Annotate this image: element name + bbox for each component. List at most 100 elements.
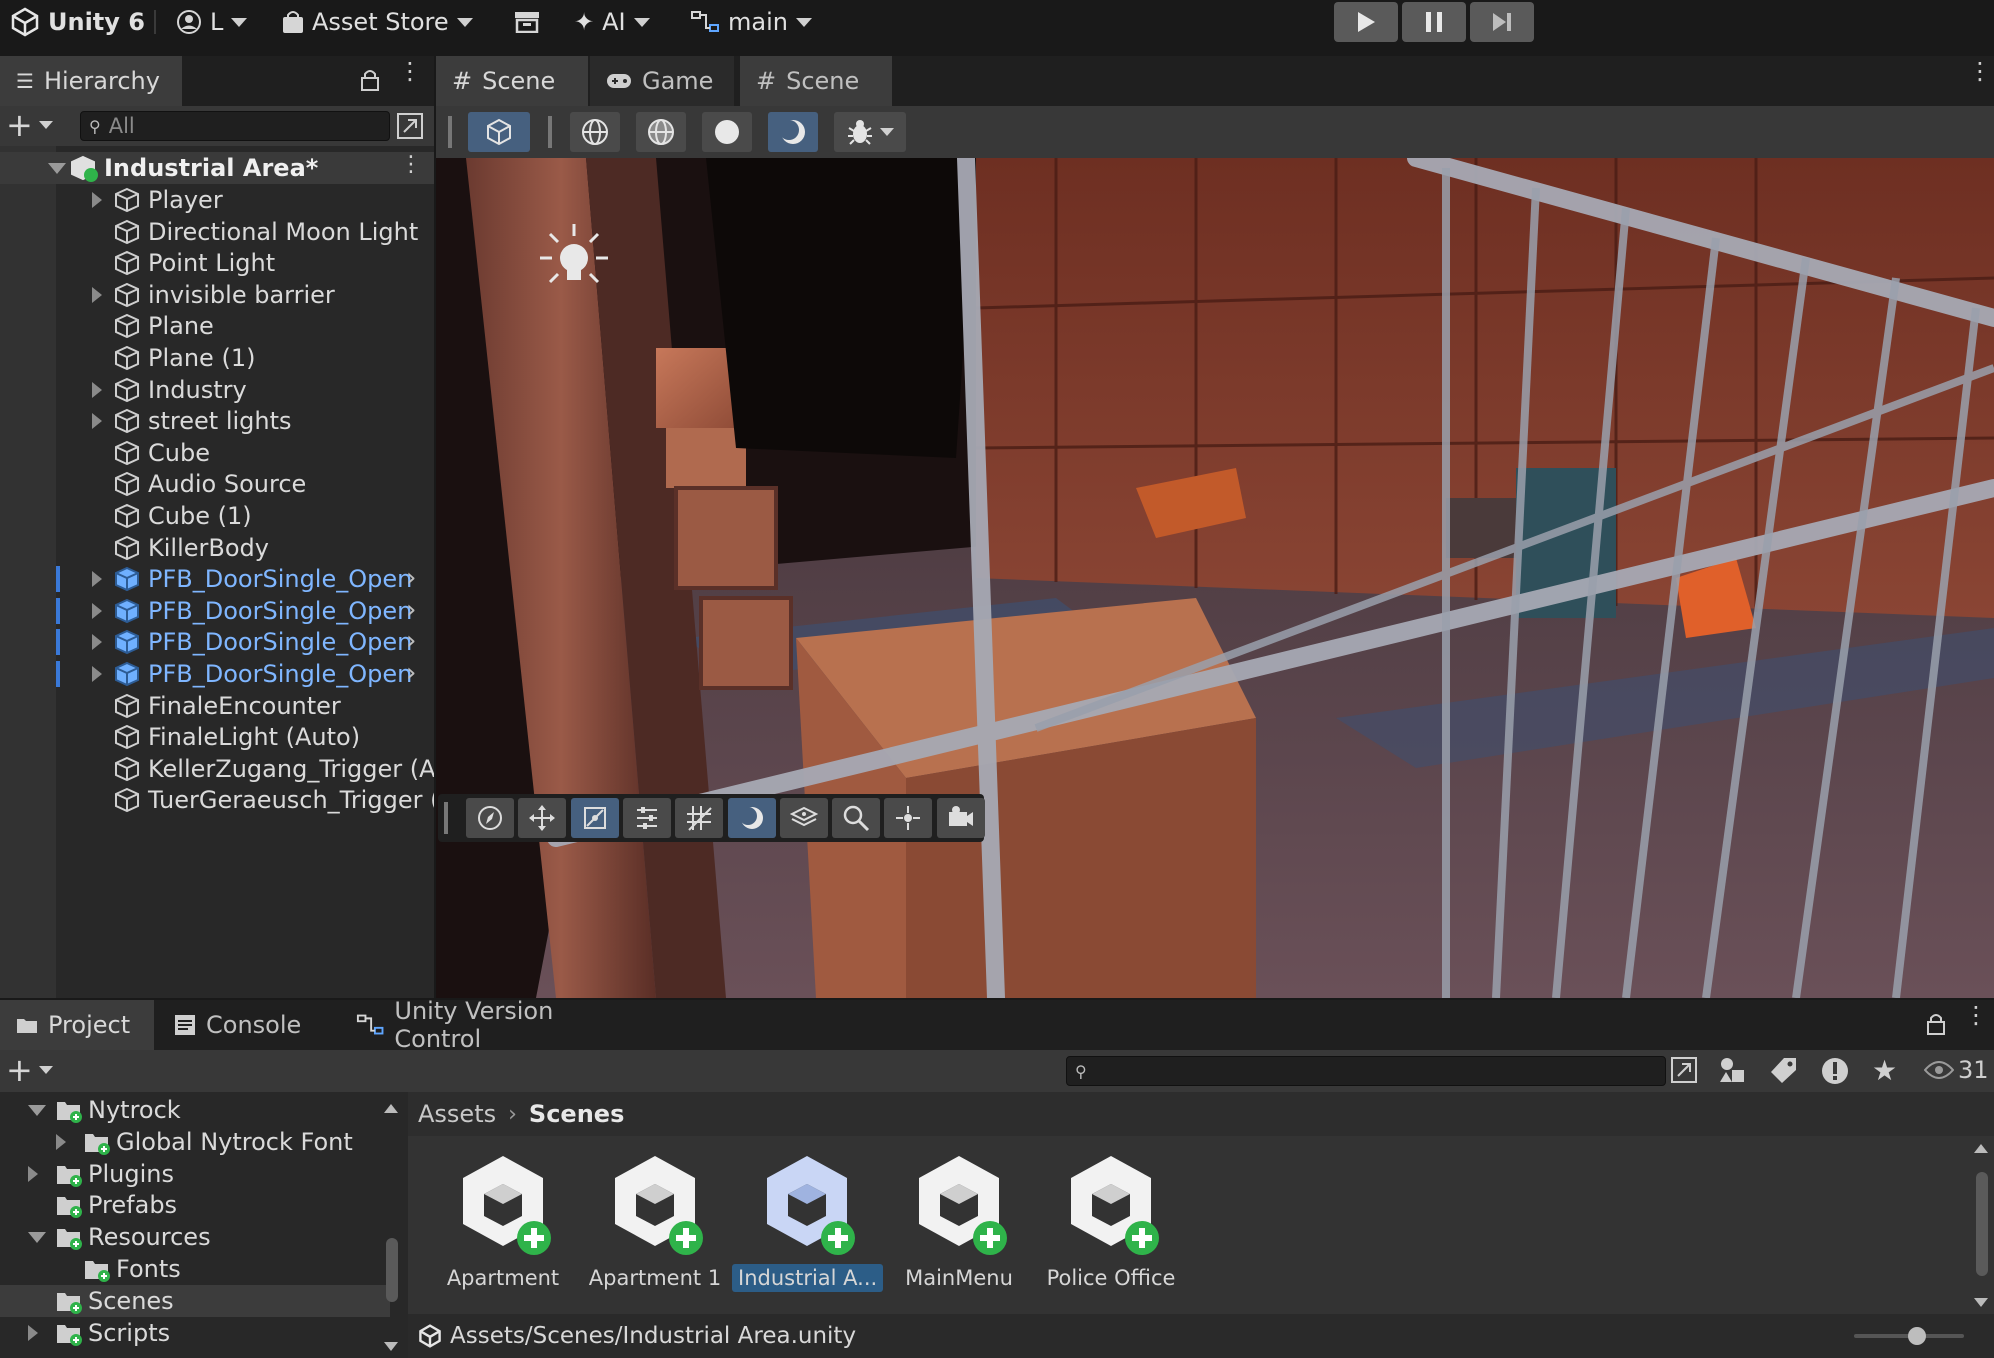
hierarchy-item[interactable]: invisible barrier — [0, 279, 434, 311]
chevron-down-icon[interactable] — [48, 163, 66, 174]
project-search-input[interactable]: ⚲ — [1066, 1056, 1666, 1086]
branch-dropdown[interactable]: main — [690, 0, 812, 44]
scene-asset[interactable]: Apartment 1 — [580, 1154, 730, 1290]
folder-item[interactable]: Scenes — [0, 1284, 390, 1317]
chevron-down-icon[interactable] — [28, 1232, 46, 1244]
chevron-right-icon[interactable] — [92, 192, 102, 208]
pivot-center-button[interactable] — [884, 798, 933, 838]
scroll-up-icon[interactable] — [384, 1104, 398, 1113]
hierarchy-item[interactable]: Cube (1) — [0, 500, 434, 532]
hierarchy-search-input[interactable]: ⚲ All — [80, 111, 390, 141]
folder-item[interactable]: Prefabs — [0, 1189, 390, 1221]
folder-item[interactable]: Plugins — [0, 1158, 390, 1190]
chevron-right-icon[interactable] — [92, 634, 102, 651]
warning-icon[interactable] — [1820, 1056, 1850, 1092]
move-tool-button[interactable] — [518, 798, 567, 838]
account-dropdown[interactable]: L — [176, 0, 248, 44]
hierarchy-item[interactable]: KillerBody — [0, 532, 434, 564]
hierarchy-item-prefab[interactable]: PFB_DoorSingle_Open › — [0, 626, 434, 658]
filter-by-label-icon[interactable] — [1770, 1056, 1798, 1090]
hierarchy-item[interactable]: Point Light — [0, 247, 434, 279]
hierarchy-item[interactable]: Industry — [0, 374, 434, 406]
scene-asset[interactable]: MainMenu — [884, 1154, 1034, 1290]
asset-scrollbar-thumb[interactable] — [1976, 1172, 1988, 1276]
scroll-down-icon[interactable] — [1974, 1298, 1988, 1307]
kebab-menu-icon[interactable]: ⋮ — [1964, 1003, 1988, 1027]
lock-icon[interactable] — [1926, 1012, 1946, 1042]
hierarchy-item[interactable]: street lights — [0, 405, 434, 437]
layers-button[interactable] — [779, 798, 828, 838]
debug-draw-mode-dropdown[interactable] — [834, 112, 906, 152]
hierarchy-item[interactable]: Cube — [0, 437, 434, 469]
shaded-button[interactable] — [702, 112, 752, 152]
tab-hierarchy[interactable]: ☰ Hierarchy — [0, 56, 182, 106]
hierarchy-scene-root[interactable]: Industrial Area* ⋮ — [0, 152, 434, 184]
folder-item[interactable]: Global Nytrock Font — [0, 1126, 390, 1158]
pause-button[interactable] — [1402, 2, 1466, 42]
hierarchy-item-prefab[interactable]: PFB_DoorSingle_Open › — [0, 658, 434, 690]
create-dropdown[interactable]: + — [6, 109, 53, 141]
hierarchy-item[interactable]: FinaleEncounter — [0, 690, 434, 722]
filter-by-type-icon[interactable] — [1718, 1056, 1746, 1090]
chevron-down-icon[interactable] — [28, 1105, 46, 1116]
chevron-right-icon[interactable]: › — [406, 595, 416, 625]
hierarchy-item[interactable]: Plane — [0, 310, 434, 342]
scene-asset[interactable]: Industrial A... — [732, 1154, 884, 1292]
scene-asset[interactable]: Police Office — [1036, 1154, 1186, 1290]
chevron-right-icon[interactable] — [92, 381, 102, 398]
search-in-scene-icon[interactable] — [396, 112, 424, 146]
hierarchy-item-prefab[interactable]: PFB_DoorSingle_Open › — [0, 595, 434, 627]
hierarchy-item-prefab[interactable]: PFB_DoorSingle_Open › — [0, 563, 434, 595]
scroll-down-icon[interactable] — [384, 1342, 398, 1351]
view-tool-compass-button[interactable] — [466, 798, 514, 838]
chevron-right-icon[interactable] — [92, 286, 102, 303]
hierarchy-item[interactable]: Audio Source — [0, 468, 434, 500]
chevron-right-icon[interactable]: › — [406, 658, 416, 688]
chevron-right-icon[interactable] — [92, 413, 102, 430]
folder-item[interactable]: Scripts — [0, 1317, 390, 1349]
tool-handle-cube-button[interactable] — [468, 112, 530, 152]
rect-transform-tool-button[interactable] — [570, 798, 619, 838]
asset-store-dropdown[interactable]: Asset Store — [282, 0, 473, 44]
hierarchy-item[interactable]: KellerZugang_Trigger (Au — [0, 753, 434, 785]
drag-handle[interactable] — [444, 802, 448, 834]
folder-item[interactable]: Fonts — [0, 1253, 390, 1285]
hierarchy-item[interactable]: FinaleLight (Auto) — [0, 721, 434, 753]
chevron-right-icon[interactable] — [92, 602, 102, 619]
breadcrumb-scenes[interactable]: Scenes — [529, 1100, 624, 1128]
camera-button[interactable] — [936, 798, 985, 838]
align-tool-button[interactable] — [622, 798, 671, 838]
step-button[interactable] — [1470, 2, 1534, 42]
kebab-menu-icon[interactable]: ⋮ — [1968, 59, 1992, 83]
scroll-up-icon[interactable] — [1974, 1144, 1988, 1153]
search-in-folder-icon[interactable] — [1670, 1056, 1698, 1090]
tab-game[interactable]: Game — [590, 56, 734, 106]
chevron-right-icon[interactable]: › — [406, 626, 416, 656]
shaded-wireframe-button[interactable] — [636, 112, 686, 152]
hierarchy-item[interactable]: Player — [0, 184, 434, 216]
kebab-menu-icon[interactable]: ⋮ — [398, 59, 422, 83]
tab-project[interactable]: Project — [0, 1000, 154, 1050]
lit-shading-button[interactable] — [768, 112, 818, 152]
package-manager-button[interactable] — [514, 0, 540, 44]
chevron-right-icon[interactable] — [92, 571, 102, 588]
tab-scene[interactable]: # Scene — [436, 56, 588, 106]
chevron-right-icon[interactable] — [28, 1324, 38, 1341]
drag-handle[interactable] — [548, 116, 552, 148]
ai-dropdown[interactable]: ✦ AI — [574, 0, 650, 44]
folder-scrollbar-thumb[interactable] — [386, 1238, 398, 1302]
drag-handle[interactable] — [448, 116, 452, 148]
star-icon[interactable]: ★ — [1872, 1056, 1897, 1086]
chevron-right-icon[interactable]: › — [406, 563, 416, 593]
wireframe-shading-button[interactable] — [570, 112, 620, 152]
create-dropdown[interactable]: + — [6, 1054, 53, 1086]
unity-logo-menu[interactable]: Unity 6 — [10, 0, 145, 44]
chevron-right-icon[interactable] — [92, 666, 102, 682]
scene-viewport[interactable] — [436, 158, 1994, 998]
play-button[interactable] — [1334, 2, 1398, 42]
lighting-toggle-button[interactable] — [727, 798, 776, 838]
visible-count[interactable]: 31 — [1924, 1056, 1989, 1084]
breadcrumb-assets[interactable]: Assets — [418, 1100, 496, 1128]
folder-item[interactable]: Resources — [0, 1221, 390, 1253]
icon-size-slider-handle[interactable] — [1908, 1327, 1926, 1345]
